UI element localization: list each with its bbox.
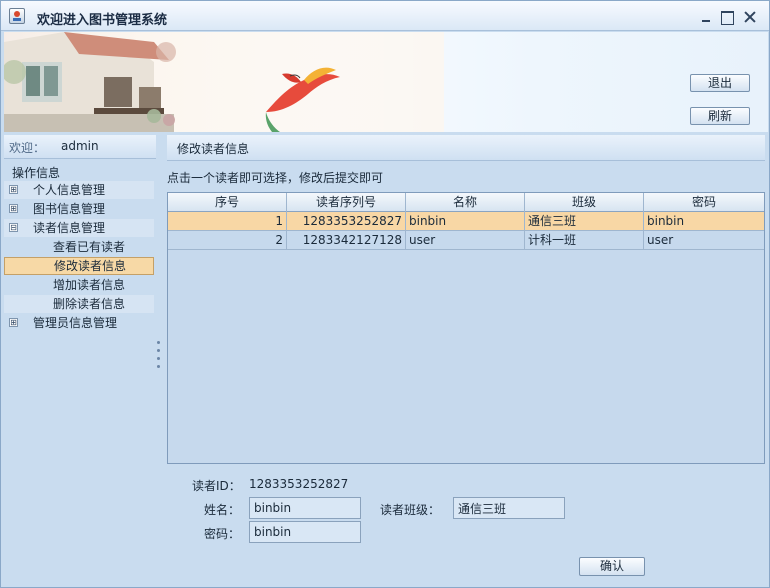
tree-item-reader-info[interactable]: ⊟ 读者信息管理 (4, 219, 154, 237)
tree-item-label: 图书信息管理 (33, 202, 106, 216)
tree-item-view-readers[interactable]: 查看已有读者 (4, 238, 154, 256)
class-label: 读者班级： (380, 503, 441, 517)
java-app-icon (9, 8, 25, 24)
column-header-password[interactable]: 密码 (644, 193, 764, 212)
collapse-icon[interactable]: ⊟ (9, 223, 18, 232)
window-title: 欢迎进入图书管理系统 (37, 13, 168, 28)
cell-password: user (647, 233, 674, 247)
maximize-icon[interactable] (719, 9, 735, 25)
table-header: 序号 读者序列号 名称 班级 密码 (168, 193, 764, 212)
expand-icon[interactable]: ⊞ (9, 204, 18, 213)
tree-item-label: 个人信息管理 (33, 183, 106, 197)
tree-root-label: 操作信息 (12, 166, 61, 180)
current-user: admin (61, 139, 99, 153)
main-window: 欢迎进入图书管理系统 退出 刷新 欢迎： admin 操作信息 ⊞ 个人信息管理… (0, 0, 770, 588)
tree-item-label: 修改读者信息 (54, 259, 127, 273)
class-input[interactable] (453, 497, 565, 519)
tree-item-label: 管理员信息管理 (33, 316, 118, 330)
operation-tree: 操作信息 ⊞ 个人信息管理 ⊞ 图书信息管理 ⊟ 读者信息管理 查看已有读者 修… (4, 161, 156, 461)
cell-name: user (406, 231, 525, 250)
exit-button[interactable]: 退出 (690, 74, 750, 92)
tree-item-admin-info[interactable]: ⊞ 管理员信息管理 (4, 314, 154, 332)
table-row[interactable]: 1 1283353252827 binbin 通信三班 binbin (168, 212, 764, 231)
tree-item-personal-info[interactable]: ⊞ 个人信息管理 (4, 181, 154, 199)
cell-serial: 1283353252827 (287, 212, 406, 231)
table-row[interactable]: 2 1283342127128 user 计科一班 user (168, 231, 764, 250)
tree-item-add-reader[interactable]: 增加读者信息 (4, 276, 154, 294)
cell-no: 1 (168, 212, 287, 231)
name-input[interactable] (249, 497, 361, 519)
column-header-class[interactable]: 班级 (525, 193, 644, 212)
banner-illustration (4, 32, 444, 132)
cell-no: 2 (168, 231, 287, 250)
refresh-button[interactable]: 刷新 (690, 107, 750, 125)
tree-item-delete-reader[interactable]: 删除读者信息 (4, 295, 154, 313)
password-input[interactable] (249, 521, 361, 543)
panel-header: 修改读者信息 (167, 135, 765, 161)
readers-table: 序号 读者序列号 名称 班级 密码 1 1283353252827 binbin… (167, 192, 765, 464)
expand-icon[interactable]: ⊞ (9, 318, 18, 327)
instruction-text: 点击一个读者即可选择，修改后提交即可 (167, 171, 384, 185)
column-header-name[interactable]: 名称 (406, 193, 525, 212)
minimize-icon[interactable] (698, 9, 714, 25)
cell-class: 通信三班 (525, 212, 644, 231)
splitter-grip[interactable] (157, 341, 161, 377)
reader-id-label: 读者ID： (192, 479, 241, 493)
tree-item-label: 读者信息管理 (33, 221, 106, 235)
tree-item-modify-reader[interactable]: 修改读者信息 (4, 257, 154, 275)
tree-item-label: 查看已有读者 (53, 240, 126, 254)
expand-icon[interactable]: ⊞ (9, 185, 18, 194)
title-bar[interactable]: 欢迎进入图书管理系统 (1, 1, 769, 31)
confirm-button[interactable]: 确认 (579, 557, 645, 576)
tree-item-book-info[interactable]: ⊞ 图书信息管理 (4, 200, 154, 218)
header-banner: 退出 刷新 (4, 32, 768, 132)
password-label: 密码： (204, 527, 241, 541)
reader-id-value: 1283353252827 (249, 477, 349, 491)
cell-password: binbin (647, 214, 685, 228)
column-header-serial[interactable]: 读者序列号 (287, 193, 406, 212)
name-label: 姓名： (204, 503, 241, 517)
cell-class: 计科一班 (525, 231, 644, 250)
cell-name: binbin (406, 212, 525, 231)
tree-item-label: 增加读者信息 (53, 278, 126, 292)
column-header-no[interactable]: 序号 (168, 193, 287, 212)
welcome-label: 欢迎： (9, 141, 46, 155)
welcome-bar: 欢迎： admin (4, 135, 156, 159)
tree-item-label: 删除读者信息 (53, 297, 126, 311)
close-icon[interactable] (742, 9, 758, 25)
cell-serial: 1283342127128 (287, 231, 406, 250)
panel-title: 修改读者信息 (177, 142, 250, 156)
